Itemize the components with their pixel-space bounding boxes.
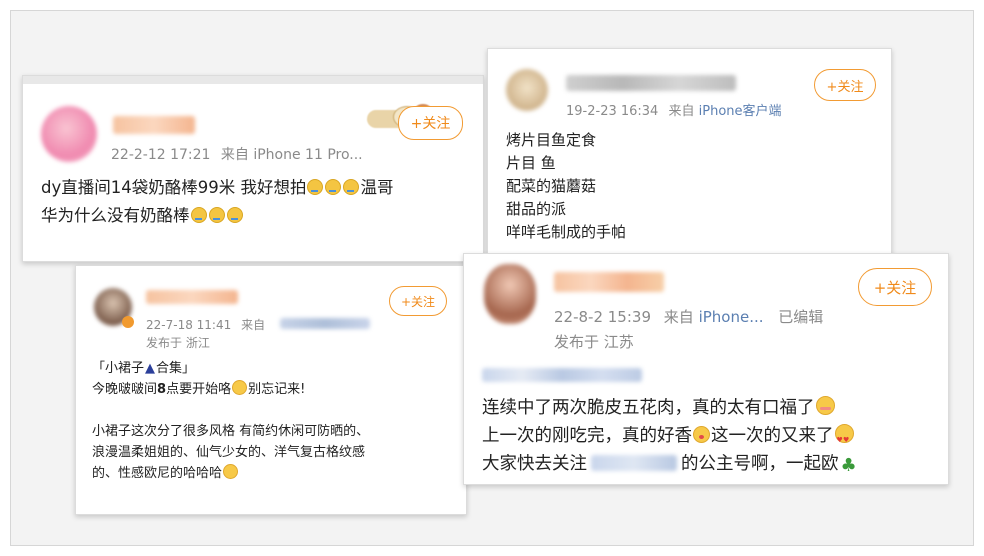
source-prefix: 来自	[663, 308, 694, 326]
follow-button[interactable]: +关注	[389, 286, 447, 316]
clover-icon: ♣	[840, 455, 857, 476]
source-device	[280, 318, 370, 329]
timestamp: 22-8-2 15:39	[554, 308, 651, 326]
avatar[interactable]	[41, 106, 97, 162]
crying-emoji-icon	[190, 207, 207, 223]
crying-emoji-icon	[208, 207, 225, 223]
post-text: dy直播间14袋奶酪棒99米 我好想拍 温哥 华为什么没有奶酪棒	[41, 174, 393, 230]
post-text: 烤片目鱼定食 片目 鱼 配菜的猫蘑菇 甜品的派 咩咩毛制成的手帕	[506, 129, 626, 244]
post-line: 甜品的派	[506, 200, 567, 218]
username[interactable]	[566, 75, 736, 91]
timestamp: 19-2-23 16:34	[566, 104, 659, 119]
follow-button[interactable]: +关注	[814, 69, 876, 101]
post-line: 的、性感欧尼的哈哈哈	[92, 463, 369, 484]
crying-emoji-icon	[307, 179, 324, 195]
post-card-cheese-sticks: +关注 22-2-12 17:21 来自 iPhone 11 Pro... dy…	[22, 75, 484, 262]
post-meta: 22-2-12 17:21 来自 iPhone 11 Pro...	[111, 144, 363, 164]
post-line: 咩咩毛制成的手帕	[506, 223, 627, 241]
post-line: 配菜的猫蘑菇	[506, 177, 597, 195]
grin-emoji-icon	[232, 380, 248, 395]
source-prefix: 来自	[241, 318, 266, 332]
post-line: 「小裙子▲合集」	[92, 361, 196, 376]
crying-emoji-icon	[325, 179, 342, 195]
heart-eyes-emoji-icon	[834, 424, 854, 454]
post-line: dy直播间14袋奶酪棒99米 我好想拍 温哥	[41, 178, 394, 197]
post-line: 今晚啵啵间8点要开始咯 别忘记来!	[92, 380, 306, 397]
post-meta: 19-2-23 16:34 来自 iPhone客户端	[566, 100, 782, 119]
post-line: 上一次的刚吃完，真的好香 这一次的又来了	[482, 422, 857, 454]
edited-flag: 已编辑	[778, 308, 824, 326]
post-meta: 22-7-18 11:41 来自	[146, 316, 265, 333]
source-device: iPhone客户端	[698, 104, 782, 119]
username[interactable]	[113, 116, 195, 134]
post-line: 大家快去关注 的公主号啊，一起欧 ♣	[482, 450, 857, 480]
post-location: 发布于 浙江	[146, 336, 210, 350]
crying-emoji-icon	[343, 179, 360, 195]
post-card-dress-collection: +关注 22-7-18 11:41 来自 发布于 浙江 「小裙子▲合集」 今晚啵…	[75, 265, 467, 515]
post-card-pork-belly: +关注 22-8-2 15:39 来自 iPhone... 已编辑 发布于 江苏…	[463, 253, 949, 485]
source-device: iPhone...	[698, 308, 764, 326]
avatar-badge	[122, 316, 134, 328]
source-device: iPhone 11 Pro...	[253, 147, 363, 163]
username[interactable]	[146, 290, 238, 304]
post-meta: 22-8-2 15:39 来自 iPhone... 已编辑	[554, 306, 823, 327]
blurred-account-name	[591, 455, 677, 471]
avatar[interactable]	[506, 69, 548, 111]
post-line: 浪漫温柔姐姐的、仙气少女的、洋气复古格纹感	[92, 445, 366, 460]
post-location: 发布于 江苏	[554, 333, 634, 351]
timestamp: 22-7-18 11:41	[146, 318, 232, 332]
source-prefix: 来自	[668, 104, 695, 119]
post-card-food-list: +关注 19-2-23 16:34 来自 iPhone客户端 烤片目鱼定食 片目…	[487, 48, 892, 260]
post-line: 华为什么没有奶酪棒	[41, 202, 393, 230]
mention-link	[482, 368, 642, 382]
blush-emoji-icon	[815, 396, 835, 415]
post-line: 片目 鱼	[506, 154, 556, 172]
avatar[interactable]	[484, 264, 536, 324]
crying-emoji-icon	[226, 207, 243, 223]
post-line: 小裙子这次分了很多风格 有简约休闲可防晒的、	[92, 424, 370, 439]
source-prefix: 来自	[220, 147, 249, 163]
username[interactable]	[554, 272, 664, 292]
yum-emoji-icon	[693, 426, 710, 443]
post-line: 连续中了两次脆皮五花肉，真的太有口福了	[482, 394, 857, 422]
follow-button[interactable]: +关注	[858, 268, 932, 306]
post-text: 连续中了两次脆皮五花肉，真的太有口福了 上一次的刚吃完，真的好香 这一次的又来了 …	[482, 394, 857, 480]
card-top-strip	[23, 76, 483, 84]
post-text: 「小裙子▲合集」 今晚啵啵间8点要开始咯 别忘记来! 小裙子这次分了很多风格 有简…	[92, 358, 369, 484]
dress-icon: ▲	[145, 361, 156, 376]
timestamp: 22-2-12 17:21	[111, 147, 211, 163]
post-line: 烤片目鱼定食	[506, 131, 597, 149]
follow-button[interactable]: +关注	[398, 106, 463, 140]
laugh-emoji-icon	[223, 464, 239, 479]
